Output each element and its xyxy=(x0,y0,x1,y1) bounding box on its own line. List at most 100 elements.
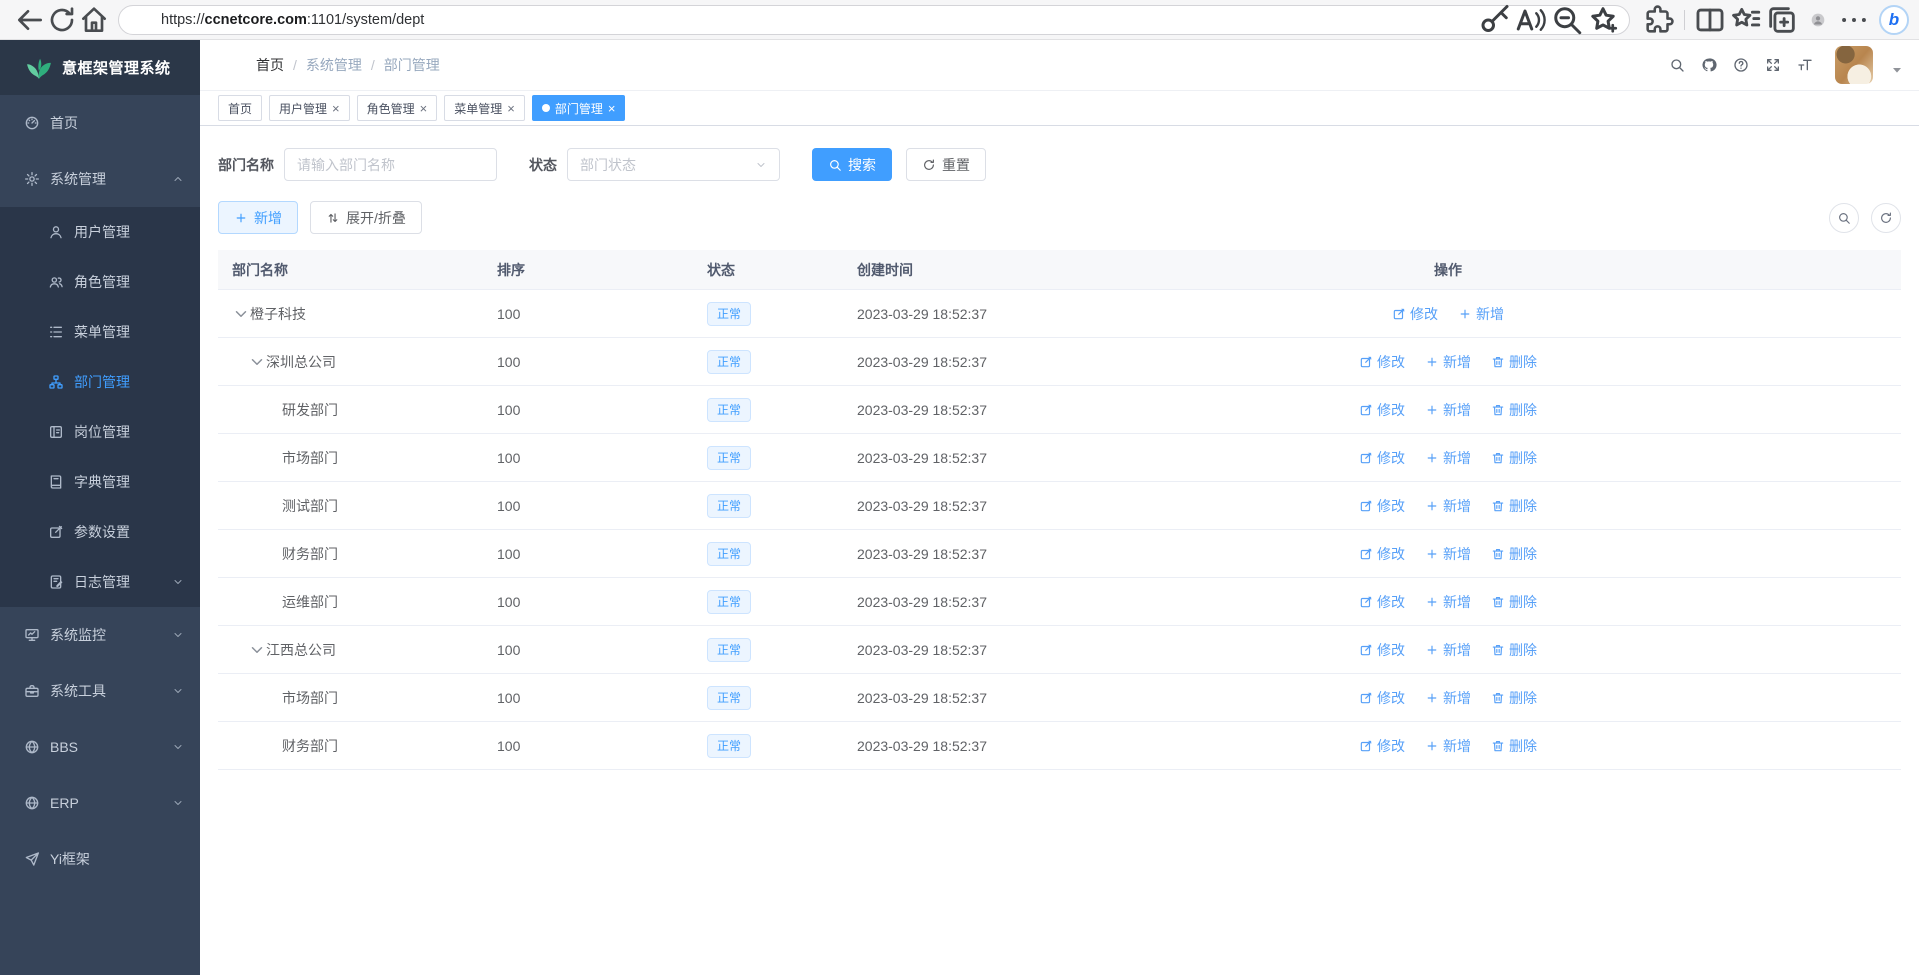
add-action[interactable]: 新增 xyxy=(1425,496,1471,516)
add-action[interactable]: 新增 xyxy=(1425,688,1471,708)
search-icon[interactable] xyxy=(1669,57,1685,73)
split-screen-icon[interactable] xyxy=(1693,4,1727,36)
extensions-icon[interactable] xyxy=(1642,4,1676,36)
delete-action[interactable]: 删除 xyxy=(1491,400,1537,420)
edit-action[interactable]: 修改 xyxy=(1359,544,1405,564)
address-bar[interactable]: https://ccnetcore.com:1101/system/dept xyxy=(118,5,1630,35)
delete-action[interactable]: 删除 xyxy=(1491,592,1537,612)
tab-label: 角色管理 xyxy=(367,100,415,117)
favorites-icon[interactable] xyxy=(1729,4,1763,36)
app-logo[interactable]: 意框架管理系统 xyxy=(0,40,200,95)
sidebar-item-dict-mgmt[interactable]: 字典管理 xyxy=(0,457,200,507)
add-button[interactable]: 新增 xyxy=(218,201,298,234)
back-icon[interactable] xyxy=(14,4,46,36)
sidebar-item-menu-mgmt[interactable]: 菜单管理 xyxy=(0,307,200,357)
caret-down-icon[interactable] xyxy=(1889,62,1905,78)
collapse-row-icon[interactable] xyxy=(232,307,250,321)
sidebar-item-post-mgmt[interactable]: 岗位管理 xyxy=(0,407,200,457)
add-action[interactable]: 新增 xyxy=(1425,736,1471,756)
chevron-down-icon xyxy=(172,741,184,753)
tab-home[interactable]: 首页 xyxy=(218,95,262,121)
add-action[interactable]: 新增 xyxy=(1425,544,1471,564)
edit-action[interactable]: 修改 xyxy=(1359,736,1405,756)
edit-action[interactable]: 修改 xyxy=(1359,496,1405,516)
collapse-row-icon[interactable] xyxy=(248,355,266,369)
sidebar-item-system-mgmt[interactable]: 系统管理 xyxy=(0,151,200,207)
delete-action[interactable]: 删除 xyxy=(1491,640,1537,660)
expand-collapse-button[interactable]: 展开/折叠 xyxy=(310,201,422,234)
dept-name-input[interactable] xyxy=(297,157,484,173)
delete-action[interactable]: 删除 xyxy=(1491,448,1537,468)
sidebar-item-home[interactable]: 首页 xyxy=(0,95,200,151)
sidebar-item-role-mgmt[interactable]: 角色管理 xyxy=(0,257,200,307)
reload-icon[interactable] xyxy=(46,4,78,36)
lock-icon[interactable] xyxy=(131,7,161,33)
sidebar-item-bbs[interactable]: BBS xyxy=(0,719,200,775)
sidebar-item-erp[interactable]: ERP xyxy=(0,775,200,831)
tab-dept-mgmt[interactable]: 部门管理× xyxy=(532,95,626,121)
add-action[interactable]: 新增 xyxy=(1425,352,1471,372)
sidebar-item-param-settings[interactable]: 参数设置 xyxy=(0,507,200,557)
sidebar-item-log-mgmt[interactable]: 日志管理 xyxy=(0,557,200,607)
edit-action[interactable]: 修改 xyxy=(1359,400,1405,420)
github-icon[interactable] xyxy=(1701,57,1717,73)
refresh-table-button[interactable] xyxy=(1871,203,1901,233)
tab-user-mgmt[interactable]: 用户管理× xyxy=(269,95,350,121)
status-select[interactable]: 部门状态 xyxy=(567,148,780,181)
breadcrumb-item[interactable]: 首页 xyxy=(256,55,284,75)
copilot-icon[interactable]: b xyxy=(1879,5,1909,35)
edit-action[interactable]: 修改 xyxy=(1359,688,1405,708)
sort-arrows-icon xyxy=(326,211,340,225)
sidebar-item-yi-framework[interactable]: Yi框架 xyxy=(0,831,200,887)
profile-icon[interactable] xyxy=(1801,4,1835,36)
reset-button[interactable]: 重置 xyxy=(906,148,986,181)
delete-action[interactable]: 删除 xyxy=(1491,496,1537,516)
fullscreen-icon[interactable] xyxy=(1765,57,1781,73)
add-favorite-icon[interactable] xyxy=(1585,7,1621,33)
sidebar-item-system-tools[interactable]: 系统工具 xyxy=(0,663,200,719)
help-icon[interactable] xyxy=(1733,57,1749,73)
user-avatar[interactable] xyxy=(1835,46,1873,84)
read-aloud-icon[interactable] xyxy=(1513,7,1549,33)
key-icon[interactable] xyxy=(1477,7,1513,33)
add-action-label: 新增 xyxy=(1443,640,1471,660)
edit-action-label: 修改 xyxy=(1377,688,1405,708)
home-icon[interactable] xyxy=(78,4,110,36)
delete-action[interactable]: 删除 xyxy=(1491,352,1537,372)
active-tab-dot xyxy=(542,104,550,112)
show-search-button[interactable] xyxy=(1829,203,1859,233)
tab-menu-mgmt[interactable]: 菜单管理× xyxy=(444,95,525,121)
zoom-out-icon[interactable] xyxy=(1549,7,1585,33)
sidebar-item-system-monitor[interactable]: 系统监控 xyxy=(0,607,200,663)
add-action[interactable]: 新增 xyxy=(1425,592,1471,612)
edit-action[interactable]: 修改 xyxy=(1359,352,1405,372)
search-button[interactable]: 搜索 xyxy=(812,148,892,181)
close-icon[interactable]: × xyxy=(608,102,616,115)
sidebar-item-label: 参数设置 xyxy=(74,522,184,542)
collapse-row-icon[interactable] xyxy=(248,643,266,657)
add-action[interactable]: 新增 xyxy=(1425,448,1471,468)
fold-sidebar-icon[interactable] xyxy=(218,57,234,73)
tab-role-mgmt[interactable]: 角色管理 × xyxy=(357,95,438,121)
delete-action[interactable]: 删除 xyxy=(1491,736,1537,756)
edit-action[interactable]: 修改 xyxy=(1392,304,1438,324)
sidebar-item-dept-mgmt[interactable]: 部门管理 xyxy=(0,357,200,407)
close-icon[interactable]: × xyxy=(332,102,340,115)
add-action[interactable]: 新增 xyxy=(1425,400,1471,420)
delete-action[interactable]: 删除 xyxy=(1491,688,1537,708)
collections-icon[interactable] xyxy=(1765,4,1799,36)
close-icon[interactable]: × xyxy=(507,102,515,115)
more-icon[interactable] xyxy=(1837,4,1871,36)
sidebar-menu: 首页 系统管理 用户管理 角色管理 菜单管理 部门管理 岗位管理 字典管理 参数… xyxy=(0,95,200,975)
edit-action[interactable]: 修改 xyxy=(1359,640,1405,660)
font-size-icon[interactable] xyxy=(1797,57,1813,73)
add-action[interactable]: 新增 xyxy=(1458,304,1504,324)
url-text[interactable]: https://ccnetcore.com:1101/system/dept xyxy=(161,12,1477,28)
sidebar-item-user-mgmt[interactable]: 用户管理 xyxy=(0,207,200,257)
edit-action[interactable]: 修改 xyxy=(1359,448,1405,468)
dept-created: 2023-03-29 18:52:37 xyxy=(843,498,1138,514)
close-icon[interactable]: × xyxy=(420,102,428,115)
edit-action[interactable]: 修改 xyxy=(1359,592,1405,612)
add-action[interactable]: 新增 xyxy=(1425,640,1471,660)
delete-action[interactable]: 删除 xyxy=(1491,544,1537,564)
